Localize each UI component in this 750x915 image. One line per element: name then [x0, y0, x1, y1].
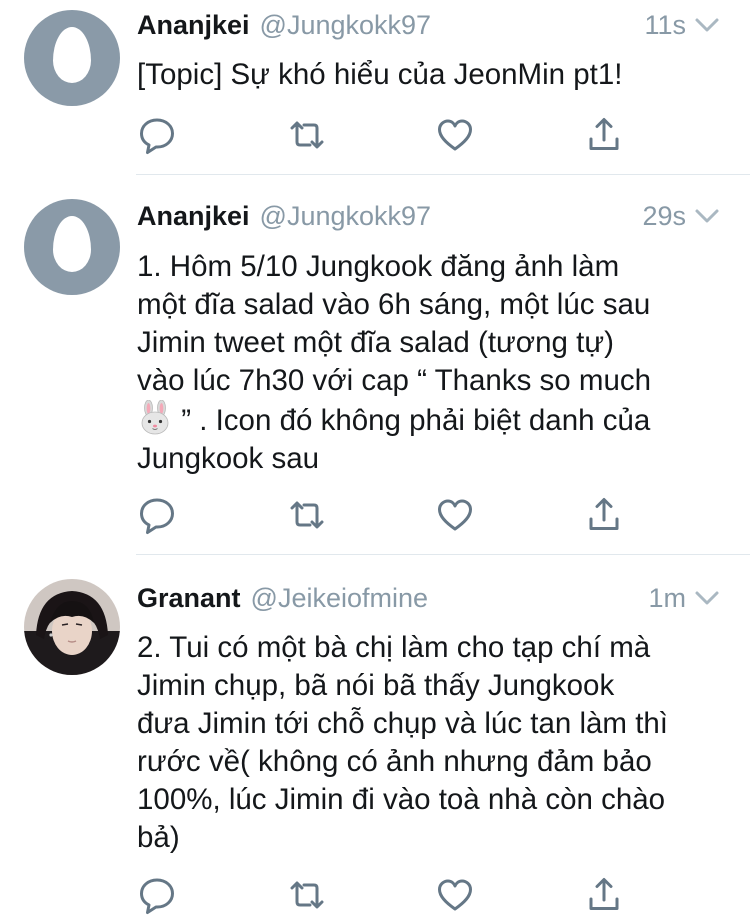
- action-bar: [137, 875, 637, 915]
- user-handle[interactable]: @Jungkokk97: [260, 201, 432, 232]
- reply-button[interactable]: [137, 495, 177, 535]
- tweet[interactable]: Granant @Jeikeiofmine 1m 2. Tui có một b…: [0, 555, 750, 914]
- rabbit-face-emoji: [141, 400, 169, 435]
- egg-avatar[interactable]: [24, 10, 120, 106]
- text-line: bả): [137, 821, 180, 854]
- tweet-text: [Topic] Sự khó hiểu của JeonMin pt1!: [137, 58, 623, 91]
- retweet-icon: [287, 495, 327, 535]
- reply-icon: [137, 495, 177, 535]
- chevron-down-icon[interactable]: [694, 13, 720, 37]
- user-handle[interactable]: @Jeikeiofmine: [251, 583, 428, 614]
- text-line: Jungkook sau: [137, 442, 320, 475]
- timestamp[interactable]: 29s: [642, 201, 686, 232]
- text-line: Jimin chụp, bã nói bã thấy Jungkook: [137, 669, 615, 702]
- like-button[interactable]: [435, 875, 475, 915]
- heart-icon: [435, 875, 475, 915]
- retweet-button[interactable]: [287, 875, 327, 915]
- profile-photo: [24, 579, 120, 675]
- chevron-down-icon[interactable]: [694, 586, 720, 610]
- retweet-icon: [287, 875, 327, 915]
- tweet[interactable]: Ananjkei @Jungkokk97 29s 1. Hôm 5/10 Jun…: [0, 175, 750, 553]
- text-line: vào lúc 7h30 với cap “ Thanks so much: [137, 364, 652, 397]
- chevron-down-icon[interactable]: [694, 204, 720, 228]
- user-handle[interactable]: @Jungkokk97: [260, 10, 432, 41]
- reply-button[interactable]: [137, 875, 177, 915]
- text-line: Jimin tweet một đĩa salad (tương tự): [137, 326, 614, 359]
- like-button[interactable]: [435, 115, 475, 155]
- retweet-button[interactable]: [287, 115, 327, 155]
- reply-icon: [137, 115, 177, 155]
- text-line: một đĩa salad vào 6h sáng, một lúc sau: [137, 288, 651, 321]
- egg-icon: [53, 216, 91, 272]
- share-button[interactable]: [584, 115, 624, 155]
- egg-icon: [53, 27, 91, 83]
- action-bar: [137, 115, 637, 155]
- action-bar: [137, 495, 637, 535]
- text-line: đưa Jimin tới chỗ chụp và lúc tan làm th…: [137, 707, 668, 740]
- timestamp[interactable]: 11s: [644, 10, 686, 41]
- timestamp[interactable]: 1m: [648, 583, 686, 614]
- text-line: 100%, lúc Jimin đi vào toà nhà còn chào: [137, 783, 666, 816]
- tweet-text: 2. Tui có một bà chị làm cho tạp chí mà …: [137, 629, 727, 857]
- tweet-text: 1. Hôm 5/10 Jungkook đăng ảnh làm một đĩ…: [137, 248, 727, 478]
- egg-avatar[interactable]: [24, 199, 120, 295]
- text-line: 1. Hôm 5/10 Jungkook đăng ảnh làm: [137, 250, 620, 283]
- retweet-icon: [287, 115, 327, 155]
- share-icon: [584, 495, 624, 535]
- text-line: 2. Tui có một bà chị làm cho tạp chí mà: [137, 631, 651, 664]
- like-button[interactable]: [435, 495, 475, 535]
- emoji-line-text: ” . Icon đó không phải biệt danh của: [181, 404, 651, 437]
- display-name[interactable]: Ananjkei: [137, 10, 250, 41]
- retweet-button[interactable]: [287, 495, 327, 535]
- tweet[interactable]: Ananjkei @Jungkokk97 11s [Topic] Sự khó …: [0, 0, 750, 172]
- share-icon: [584, 875, 624, 915]
- photo-avatar[interactable]: [24, 579, 120, 675]
- display-name[interactable]: Granant: [137, 583, 241, 614]
- reply-button[interactable]: [137, 115, 177, 155]
- heart-icon: [435, 115, 475, 155]
- reply-icon: [137, 875, 177, 915]
- text-line: rước về( không có ảnh nhưng đảm bảo: [137, 745, 652, 778]
- share-icon: [584, 115, 624, 155]
- heart-icon: [435, 495, 475, 535]
- display-name[interactable]: Ananjkei: [137, 201, 250, 232]
- share-button[interactable]: [584, 875, 624, 915]
- text-line-with-emoji: ” . Icon đó không phải biệt danh của: [137, 400, 727, 440]
- share-button[interactable]: [584, 495, 624, 535]
